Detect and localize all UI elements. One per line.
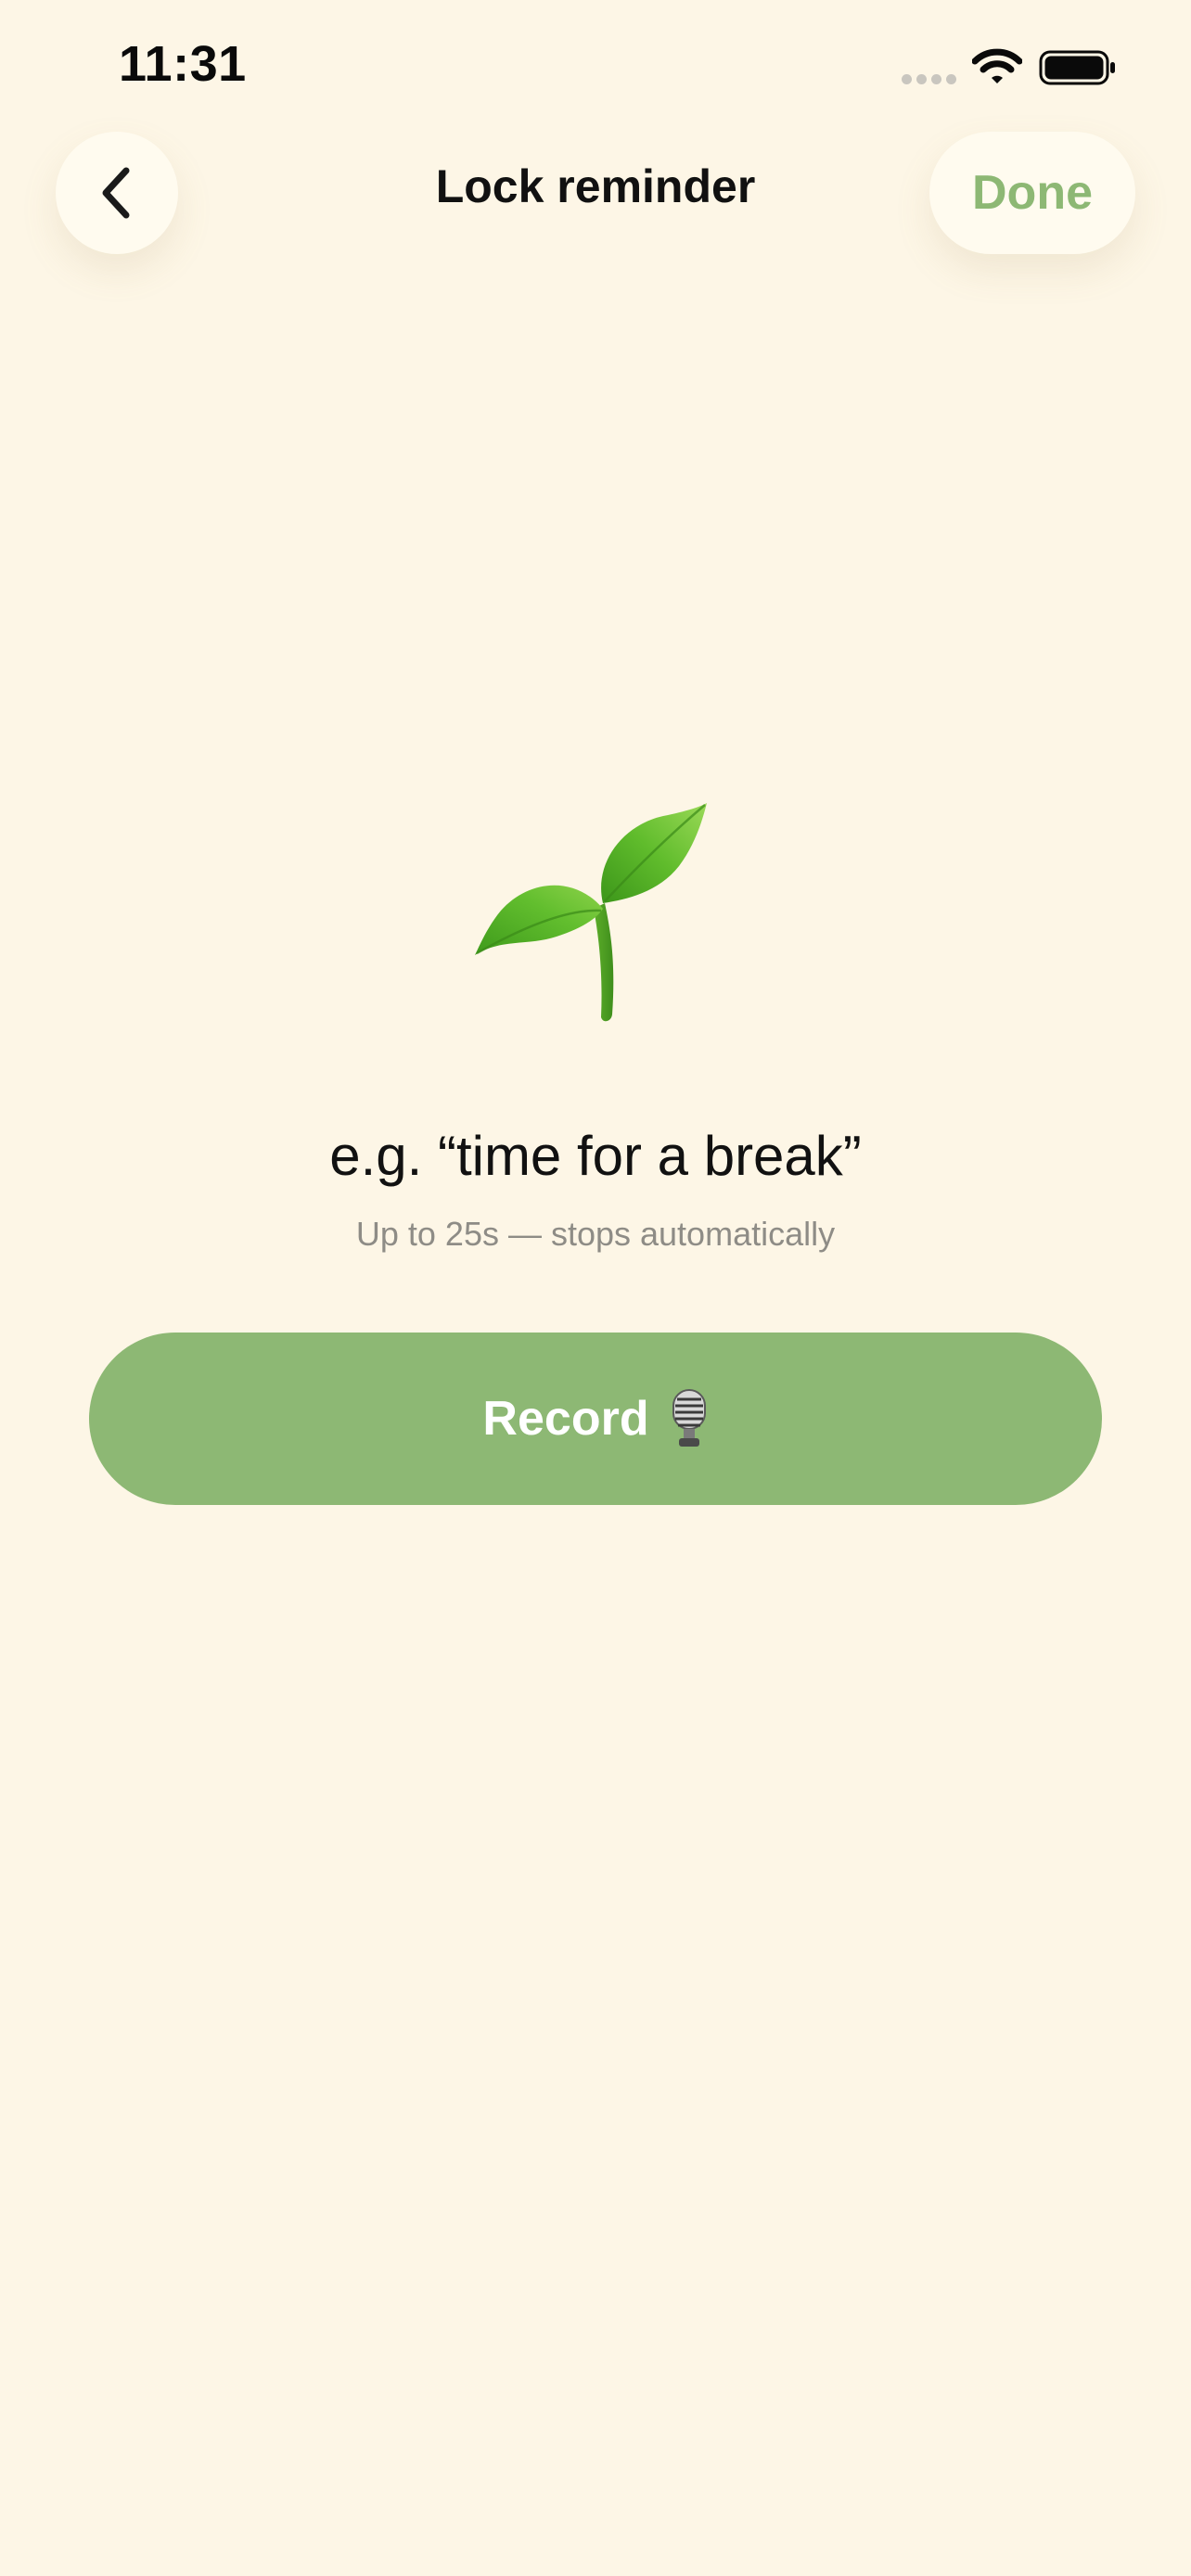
status-time: 11:31 (119, 36, 247, 92)
seedling-icon (475, 803, 707, 1022)
record-button-label: Record (482, 1392, 649, 1446)
done-button[interactable]: Done (929, 132, 1135, 254)
signal-dots-icon (902, 74, 957, 85)
prompt-example: e.g. “time for a break” (329, 1125, 862, 1187)
microphone-icon (672, 1389, 706, 1447)
battery-icon (1039, 50, 1115, 85)
status-bar: 11:31 (0, 0, 1191, 139)
record-button[interactable]: Record (89, 1333, 1102, 1505)
wifi-icon (972, 48, 1022, 83)
recording-hint: Up to 25s — stops automatically (355, 1215, 836, 1253)
